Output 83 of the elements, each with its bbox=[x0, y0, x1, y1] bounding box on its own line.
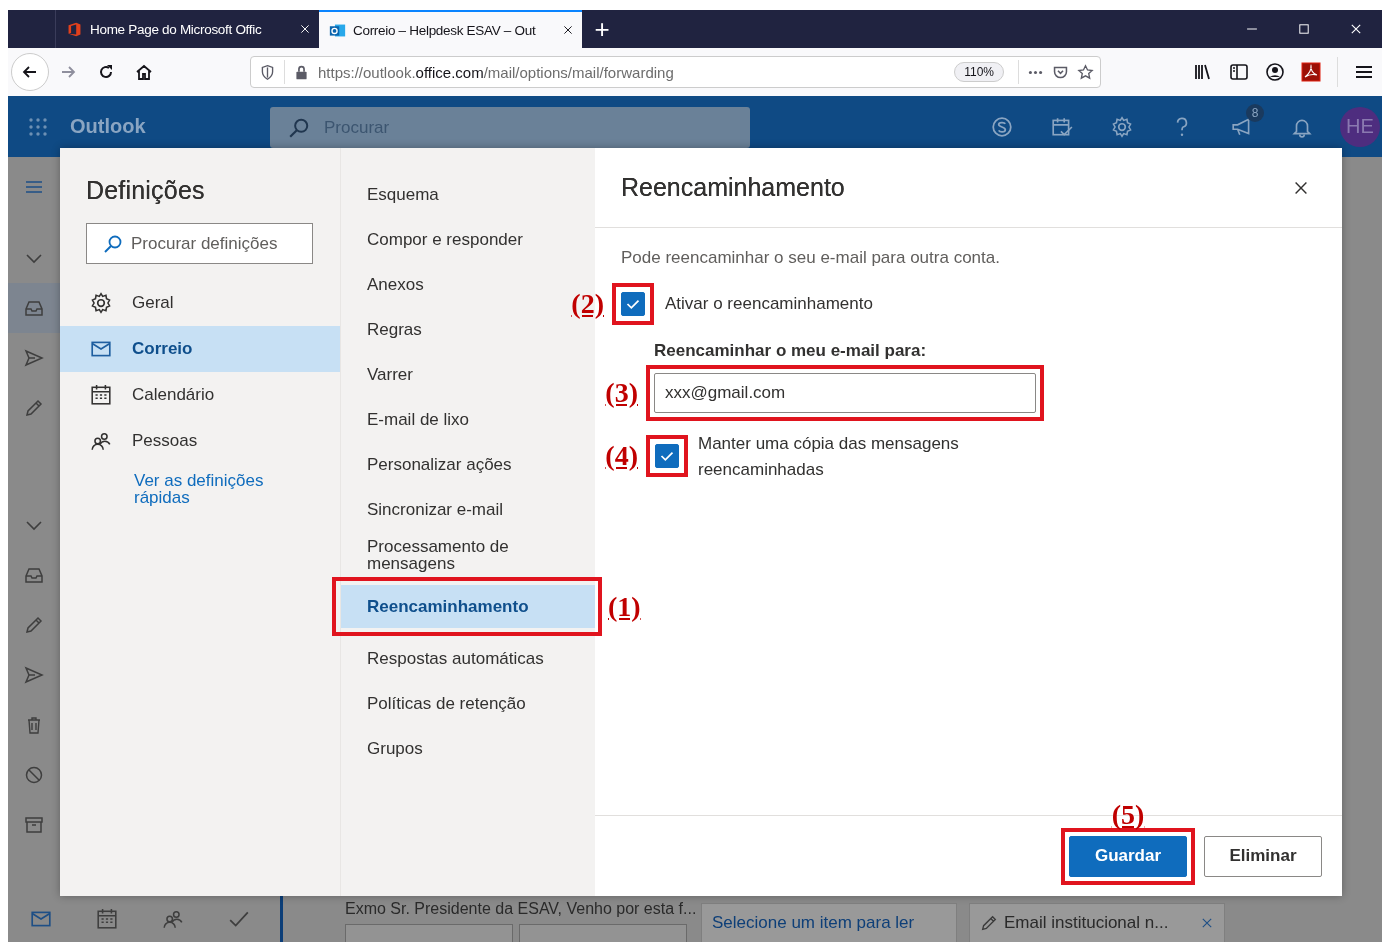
tab-label: Email institucional n... bbox=[1004, 913, 1170, 933]
calendar-icon bbox=[90, 384, 112, 406]
app-name[interactable]: Outlook bbox=[70, 115, 270, 138]
notification-badge: 8 bbox=[1246, 103, 1264, 122]
category-item[interactable]: Geral bbox=[60, 280, 340, 326]
zoom-badge[interactable]: 110% bbox=[954, 62, 1004, 82]
email-input-field[interactable]: xxx@gmail.com bbox=[654, 373, 1036, 413]
app-launcher-icon[interactable] bbox=[28, 116, 48, 137]
message-preview: Exmo Sr. Presidente da ESAV, Venho por esta f... bbox=[345, 900, 695, 918]
dialog-title: Definições bbox=[86, 176, 206, 205]
section-item[interactable]: Personalizar ações bbox=[341, 442, 532, 487]
description-text: Pode reencaminhar o seu e-mail para outra conta. bbox=[621, 247, 1001, 269]
checkbox-label: Manter uma cópia das mensagens reencaminhadas bbox=[698, 433, 960, 481]
archive-icon[interactable] bbox=[24, 815, 44, 835]
section-item[interactable]: Processamento de mensagens bbox=[341, 532, 595, 577]
url-text: https://outlook.office.com/mail/options/mail/forwarding bbox=[318, 63, 675, 81]
address-bar[interactable]: https://outlook.office.com/mail/options/mail/forwarding 110% bbox=[250, 56, 1101, 88]
save-button[interactable]: Guardar bbox=[1069, 835, 1187, 877]
skype-icon[interactable] bbox=[991, 115, 1013, 138]
search-icon bbox=[103, 233, 123, 254]
reading-tab[interactable]: Email institucional n... bbox=[969, 903, 1225, 942]
section-item[interactable]: Grupos bbox=[341, 726, 443, 771]
pencil-icon[interactable] bbox=[24, 615, 44, 635]
section-item[interactable]: E-mail de lixo bbox=[341, 397, 490, 442]
step-label: (4) bbox=[605, 441, 638, 471]
sidebar-icon[interactable] bbox=[1229, 62, 1249, 82]
lock-icon bbox=[293, 63, 310, 81]
send-icon[interactable] bbox=[24, 348, 44, 368]
checkbox[interactable] bbox=[621, 292, 645, 316]
section-item[interactable]: Anexos bbox=[341, 262, 444, 307]
step-label: (3) bbox=[605, 378, 638, 408]
step-label: (1) bbox=[608, 591, 641, 622]
delete-button[interactable]: Eliminar bbox=[1204, 835, 1322, 877]
gear-icon bbox=[90, 292, 112, 314]
section-item[interactable]: Reencaminhamento bbox=[341, 585, 595, 628]
home-icon[interactable] bbox=[134, 62, 154, 82]
tab-title: Home Page do Microsoft Offic bbox=[90, 21, 263, 37]
calendar-icon[interactable] bbox=[96, 908, 118, 930]
pencil-icon bbox=[980, 914, 998, 932]
section-item[interactable]: Compor e responder bbox=[341, 217, 543, 262]
people-icon[interactable] bbox=[162, 908, 184, 930]
pdf-icon[interactable] bbox=[1301, 62, 1321, 82]
account-icon[interactable] bbox=[1265, 62, 1285, 82]
browser-tab[interactable]: Home Page do Microsoft Offic bbox=[56, 10, 319, 48]
search-icon bbox=[288, 116, 310, 139]
field-label: Reencaminhar o meu e-mail para: bbox=[654, 341, 928, 361]
settings-icon[interactable] bbox=[1111, 115, 1133, 138]
step-label: (5) bbox=[1111, 799, 1145, 830]
library-icon[interactable] bbox=[1193, 62, 1213, 82]
close-icon[interactable] bbox=[562, 24, 574, 36]
back-button[interactable] bbox=[11, 53, 49, 91]
step-label: (2) bbox=[571, 289, 604, 319]
section-item[interactable]: Esquema bbox=[341, 172, 459, 217]
pencil-icon[interactable] bbox=[24, 398, 44, 418]
tab-title: Correio – Helpdesk ESAV – Out bbox=[353, 22, 537, 38]
maximize-icon[interactable] bbox=[1297, 22, 1311, 36]
checkbox-label: Ativar o reencaminhamento bbox=[665, 293, 873, 315]
inbox-icon[interactable] bbox=[24, 565, 44, 585]
browser-tab[interactable]: Correio – Helpdesk ESAV – Out bbox=[319, 10, 582, 48]
people-icon bbox=[90, 430, 112, 452]
new-tab-button[interactable]: + bbox=[582, 10, 622, 48]
search-field[interactable]: Procurar definições bbox=[86, 223, 313, 264]
section-item[interactable]: Respostas automáticas bbox=[341, 636, 564, 681]
section-item[interactable]: Varrer bbox=[341, 352, 433, 397]
section-item[interactable]: Políticas de retenção bbox=[341, 681, 546, 726]
reading-tab[interactable]: Selecione um item para ler bbox=[701, 903, 957, 942]
block-icon[interactable] bbox=[24, 765, 44, 785]
section-item[interactable]: Regras bbox=[341, 307, 442, 352]
inbox-icon[interactable] bbox=[24, 298, 44, 318]
send-icon[interactable] bbox=[24, 665, 44, 685]
star-icon[interactable] bbox=[1077, 63, 1094, 81]
calendar-check-icon[interactable] bbox=[1051, 115, 1073, 138]
close-icon[interactable] bbox=[1349, 22, 1363, 36]
category-item[interactable]: Pessoas bbox=[60, 418, 340, 464]
panel-title: Reencaminhamento bbox=[621, 173, 846, 202]
section-item[interactable]: Sincronizar e-mail bbox=[341, 487, 524, 532]
shield-icon bbox=[259, 63, 276, 81]
category-item[interactable]: Calendário bbox=[60, 372, 340, 418]
checkbox[interactable] bbox=[655, 444, 679, 468]
tab-label: Selecione um item para ler bbox=[712, 913, 915, 933]
quick-settings-link[interactable]: Ver as definições rápidas bbox=[134, 472, 304, 506]
office-icon bbox=[66, 20, 83, 38]
category-item[interactable]: Correio bbox=[60, 326, 340, 372]
